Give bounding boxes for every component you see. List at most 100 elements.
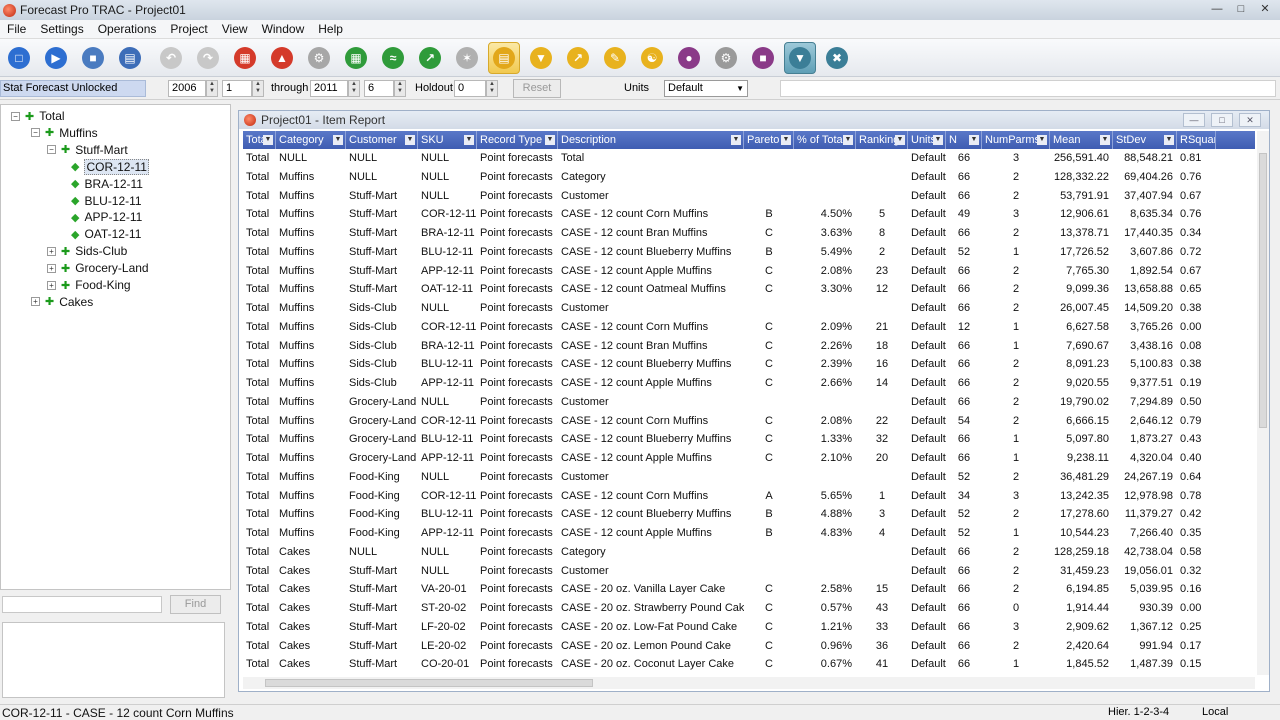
table-row[interactable]: Total Muffins Grocery-Land COR-12-11 Point f… [243,412,1255,431]
menu-project[interactable]: Project [163,22,214,36]
menu-view[interactable]: View [215,22,255,36]
tree-node[interactable]: ◆ BRA-12-11 [67,176,143,192]
open-project-button[interactable]: ▶ [40,42,72,74]
expand-icon[interactable]: + [47,263,56,273]
column-filter-dropdown-icon[interactable]: ▼ [263,135,273,145]
table-row[interactable]: Total Muffins Food-King APP-12-11 Point fore… [243,524,1255,543]
start-year-spinner[interactable]: ▲ ▼ [206,80,218,97]
start-year-field[interactable]: 2006 [168,80,206,97]
column-filter-dropdown-icon[interactable]: ▼ [464,135,474,145]
start-period-spinner[interactable]: ▲ ▼ [252,80,264,97]
column-filter-dropdown-icon[interactable]: ▼ [405,135,415,145]
horizontal-scroll-thumb[interactable] [265,679,593,687]
menu-help[interactable]: Help [311,22,350,36]
redo-button[interactable]: ↷ [192,42,224,74]
table-row[interactable]: Total Muffins Food-King NULL Point forecasts… [243,468,1255,487]
excel-button[interactable]: ▦ [340,42,372,74]
filter-button[interactable]: ▼ [525,42,557,74]
column-header[interactable]: Units ▼ [908,131,946,149]
stop-button[interactable]: ■ [747,42,779,74]
column-header[interactable]: N ▼ [946,131,982,149]
pdf-button[interactable]: ▲ [266,42,298,74]
column-filter-dropdown-icon[interactable]: ▼ [1037,135,1047,145]
column-filter-dropdown-icon[interactable]: ▼ [1100,135,1110,145]
table-row[interactable]: Total Cakes Stuff-Mart CO-20-01 Point foreca… [243,655,1255,674]
table-row[interactable]: Total Muffins Grocery-Land APP-12-11 Point f… [243,449,1255,468]
table-row[interactable]: Total NULL NULL NULL Point forecasts Total Def… [243,149,1255,168]
table-row[interactable]: Total Muffins Grocery-Land BLU-12-11 Point f… [243,430,1255,449]
record-button[interactable]: ● [673,42,705,74]
expand-icon[interactable]: + [47,246,56,256]
item-report-button[interactable]: ▤ [488,41,520,74]
table-row[interactable]: Total Cakes Stuff-Mart VA-20-01 Point foreca… [243,580,1255,599]
holdout-field[interactable]: 0 [454,80,486,97]
table-row[interactable]: Total Muffins Sids-Club COR-12-11 Point fore… [243,318,1255,337]
report-minimize-button[interactable]: — [1183,113,1205,127]
column-header[interactable]: SKU ▼ [418,131,477,149]
tree-node[interactable]: ◆ COR-12-11 [67,158,149,175]
table-row[interactable]: Total Muffins Stuff-Mart BRA-12-11 Point for… [243,224,1255,243]
collapse-icon[interactable]: − [47,145,56,155]
tree-node[interactable]: + ✚ Cakes [31,294,93,310]
table-row[interactable]: Total Muffins Stuff-Mart COR-12-11 Point for… [243,205,1255,224]
table-row[interactable]: Total Muffins Food-King COR-12-11 Point fore… [243,487,1255,506]
column-header[interactable]: NumParms ▼ [982,131,1050,149]
table-row[interactable]: Total Muffins Sids-Club BRA-12-11 Point fore… [243,337,1255,356]
table-row[interactable]: Total Muffins Stuff-Mart BLU-12-11 Point for… [243,243,1255,262]
expand-icon[interactable]: + [47,280,56,290]
column-filter-dropdown-icon[interactable]: ▼ [731,135,741,145]
menu-operations[interactable]: Operations [91,22,164,36]
end-year-field[interactable]: 2011 [310,80,348,97]
funnel-filter-button[interactable]: ▼ [784,41,816,74]
end-year-spinner[interactable]: ▲ ▼ [348,80,360,97]
table-row[interactable]: Total Cakes Stuff-Mart LF-20-02 Point foreca… [243,618,1255,637]
tree-node[interactable]: + ✚ Grocery-Land [47,260,149,276]
start-period-field[interactable]: 1 [222,80,252,97]
end-period-field[interactable]: 6 [364,80,394,97]
maximize-button[interactable]: □ [1230,2,1252,17]
column-header[interactable]: StDev ▼ [1113,131,1177,149]
settings-gear-button[interactable]: ⚙ [303,42,335,74]
tools-button[interactable]: ⚙ [710,42,742,74]
table-row[interactable]: Total Muffins Sids-Club BLU-12-11 Point fore… [243,355,1255,374]
column-header[interactable]: Description ▼ [558,131,744,149]
units-select[interactable]: Default ▼ [664,80,748,97]
tree-node[interactable]: − ✚ Total [11,108,65,124]
vertical-scroll-thumb[interactable] [1259,153,1267,428]
menu-file[interactable]: File [0,22,33,36]
column-header[interactable]: Record Type ▼ [477,131,558,149]
table-row[interactable]: Total Muffins Stuff-Mart APP-12-11 Point for… [243,262,1255,281]
undo-button[interactable]: ↶ [155,42,187,74]
column-header[interactable]: Pareto ▼ [744,131,794,149]
horizontal-scrollbar[interactable] [243,677,1255,689]
end-period-spinner[interactable]: ▲ ▼ [394,80,406,97]
column-header[interactable]: Total ▼ [243,131,276,149]
column-header[interactable]: Category ▼ [276,131,346,149]
reset-button[interactable]: Reset [513,79,561,98]
report-maximize-button[interactable]: □ [1211,113,1233,127]
trend-button[interactable]: ↗ [414,42,446,74]
column-filter-dropdown-icon[interactable]: ▼ [545,135,555,145]
table-row[interactable]: Total Muffins NULL NULL Point forecasts Categ… [243,168,1255,187]
new-project-button[interactable]: □ [3,42,35,74]
column-header[interactable]: Ranking ▼ [856,131,908,149]
expand-icon[interactable]: + [31,297,40,307]
table-row[interactable]: Total Muffins Grocery-Land NULL Point foreca… [243,393,1255,412]
vertical-scrollbar[interactable] [1257,131,1269,675]
tree-node[interactable]: ◆ OAT-12-11 [67,226,141,242]
save-project-button[interactable]: ■ [77,42,109,74]
find-input[interactable] [2,596,162,613]
column-filter-dropdown-icon[interactable]: ▼ [933,135,943,145]
override-button[interactable]: ✎ [599,42,631,74]
minimize-button[interactable]: — [1206,2,1228,17]
table-row[interactable]: Total Cakes Stuff-Mart LE-20-02 Point foreca… [243,637,1255,656]
column-filter-dropdown-icon[interactable]: ▼ [895,135,905,145]
collapse-icon[interactable]: − [31,128,40,138]
find-button[interactable]: Find [170,595,221,614]
tree-node[interactable]: + ✚ Food-King [47,277,131,293]
column-header[interactable]: Mean ▼ [1050,131,1113,149]
chart-button[interactable]: ↗ [562,42,594,74]
data-button[interactable]: ▦ [229,42,261,74]
table-row[interactable]: Total Muffins Sids-Club NULL Point forecasts… [243,299,1255,318]
column-filter-dropdown-icon[interactable]: ▼ [969,135,979,145]
